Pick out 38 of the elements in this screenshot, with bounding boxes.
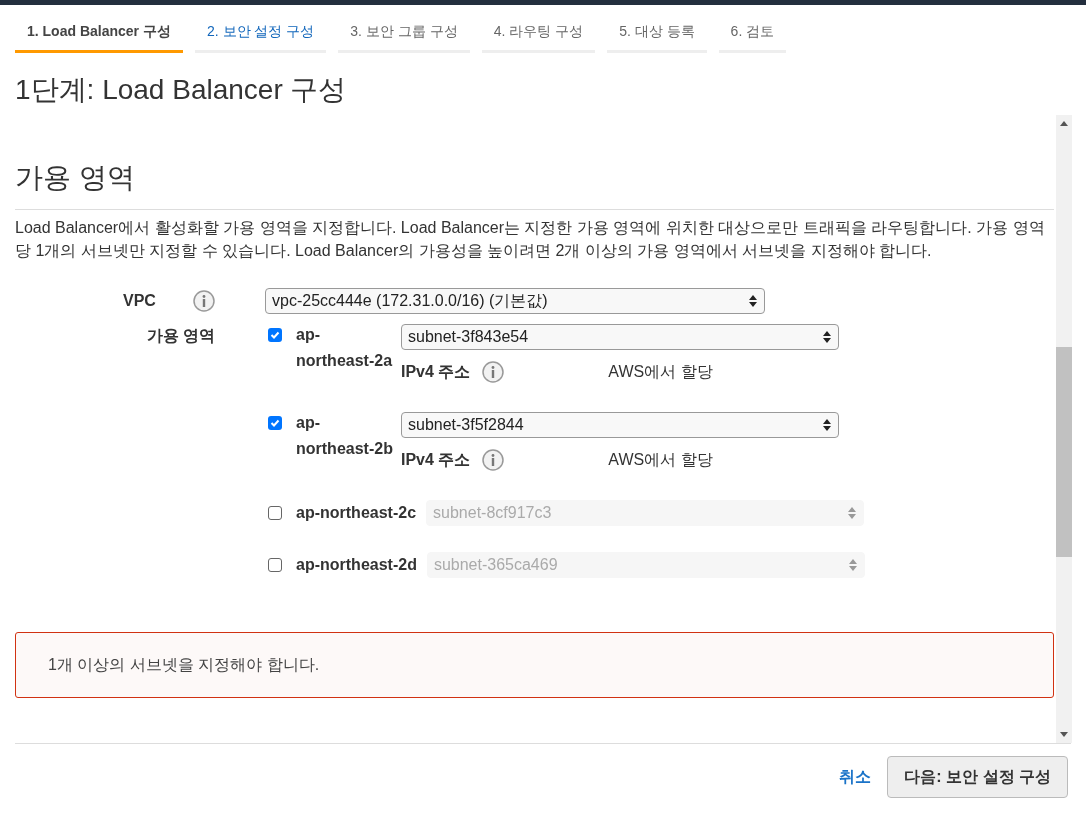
zones-label: 가용 영역 bbox=[147, 327, 216, 344]
step-tab[interactable]: 3. 보안 그룹 구성 bbox=[338, 15, 470, 53]
step-tab[interactable]: 5. 대상 등록 bbox=[607, 15, 707, 53]
checkbox[interactable] bbox=[268, 558, 282, 572]
checkbox[interactable] bbox=[268, 506, 282, 520]
info-icon[interactable] bbox=[482, 449, 505, 471]
subnet-select[interactable]: vpc-25cc444e (172.31.0.0/16) (기본값) bbox=[265, 288, 765, 314]
subnet-select[interactable]: subnet-3f843e54 bbox=[401, 324, 839, 350]
step-tab[interactable]: 1. Load Balancer 구성 bbox=[15, 15, 183, 53]
info-icon[interactable] bbox=[193, 290, 215, 312]
sort-caret-icon bbox=[847, 558, 858, 572]
error-message: 1개 이상의 서브넷을 지정해야 합니다. bbox=[48, 655, 320, 675]
ipv4-value: AWS에서 할당 bbox=[608, 362, 713, 382]
ipv4-label: IPv4 주소 bbox=[401, 362, 471, 382]
info-icon[interactable] bbox=[482, 361, 505, 383]
sort-caret-icon bbox=[748, 294, 758, 308]
scrollbar[interactable] bbox=[1056, 115, 1072, 743]
zone-name: ap-northeast-2d bbox=[296, 555, 417, 575]
checkbox[interactable] bbox=[268, 328, 282, 342]
sort-caret-icon bbox=[847, 506, 858, 520]
sort-caret-icon bbox=[822, 330, 832, 344]
checkbox[interactable] bbox=[268, 416, 282, 430]
zone-name: ap-northeast-2b bbox=[296, 413, 394, 459]
zone-name: ap-northeast-2a bbox=[296, 325, 394, 371]
next-button[interactable]: 다음: 보안 설정 구성 bbox=[887, 756, 1068, 798]
zone-name: ap-northeast-2c bbox=[296, 503, 417, 523]
subnet-select[interactable]: subnet-3f5f2844 bbox=[401, 412, 839, 438]
ipv4-label: IPv4 주소 bbox=[401, 450, 471, 470]
step-tab[interactable]: 6. 검토 bbox=[718, 15, 787, 53]
cancel-link[interactable]: 취소 bbox=[839, 765, 872, 789]
step-tab[interactable]: 4. 라우팅 구성 bbox=[481, 15, 596, 53]
page-title: 1단계: Load Balancer 구성 bbox=[14, 73, 348, 107]
ipv4-value: AWS에서 할당 bbox=[608, 450, 713, 470]
vpc-label: VPC bbox=[122, 291, 157, 311]
section-description: Load Balancer에서 활성화할 가용 영역을 지정합니다. Load Balancer는 지정한 가용 영역에 위치한 대상으로만 트래픽을 라우팅합니다. 가용 영역당 1개의 서브넷만 지정할 수 있습니다. Load Balancer의 가용성을 높이려면 2개 이상의 가용 영역에서 서브넷을 지정해야 합니다. bbox=[15, 218, 1046, 261]
sort-caret-icon bbox=[822, 418, 832, 432]
section-title: 가용 영역 bbox=[15, 161, 136, 195]
step-tab[interactable]: 2. 보안 설정 구성 bbox=[194, 15, 327, 53]
